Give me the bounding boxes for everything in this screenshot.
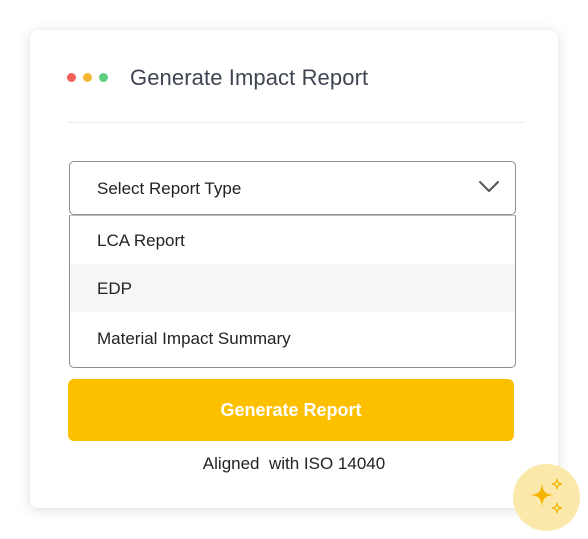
generate-report-button[interactable]: Generate Report bbox=[68, 379, 514, 441]
option-material-impact-summary[interactable]: Material Impact Summary bbox=[70, 314, 515, 362]
option-label: LCA Report bbox=[97, 231, 185, 250]
iso-caption: Aligned with ISO 14040 bbox=[202, 454, 386, 473]
header-divider bbox=[68, 122, 525, 123]
sparkle-icon bbox=[530, 478, 563, 514]
yellow-dot-icon[interactable] bbox=[83, 73, 92, 82]
option-label: EDP bbox=[97, 279, 132, 298]
report-card: Generate Impact Report Select Report Typ… bbox=[30, 30, 558, 508]
green-dot-icon[interactable] bbox=[99, 73, 108, 82]
report-type-select-label: Select Report Type bbox=[97, 179, 242, 198]
card-title: Generate Impact Report bbox=[130, 65, 369, 90]
option-label: Material Impact Summary bbox=[97, 329, 291, 348]
report-type-options: LCA Report EDP Material Impact Summary bbox=[69, 215, 516, 368]
chevron-down-icon[interactable] bbox=[477, 179, 501, 195]
report-type-select[interactable]: Select Report Type bbox=[69, 161, 516, 215]
option-edp[interactable]: EDP bbox=[70, 264, 515, 312]
assistant-button[interactable] bbox=[513, 464, 580, 531]
option-lca-report[interactable]: LCA Report bbox=[70, 216, 515, 264]
red-dot-icon[interactable] bbox=[67, 73, 76, 82]
